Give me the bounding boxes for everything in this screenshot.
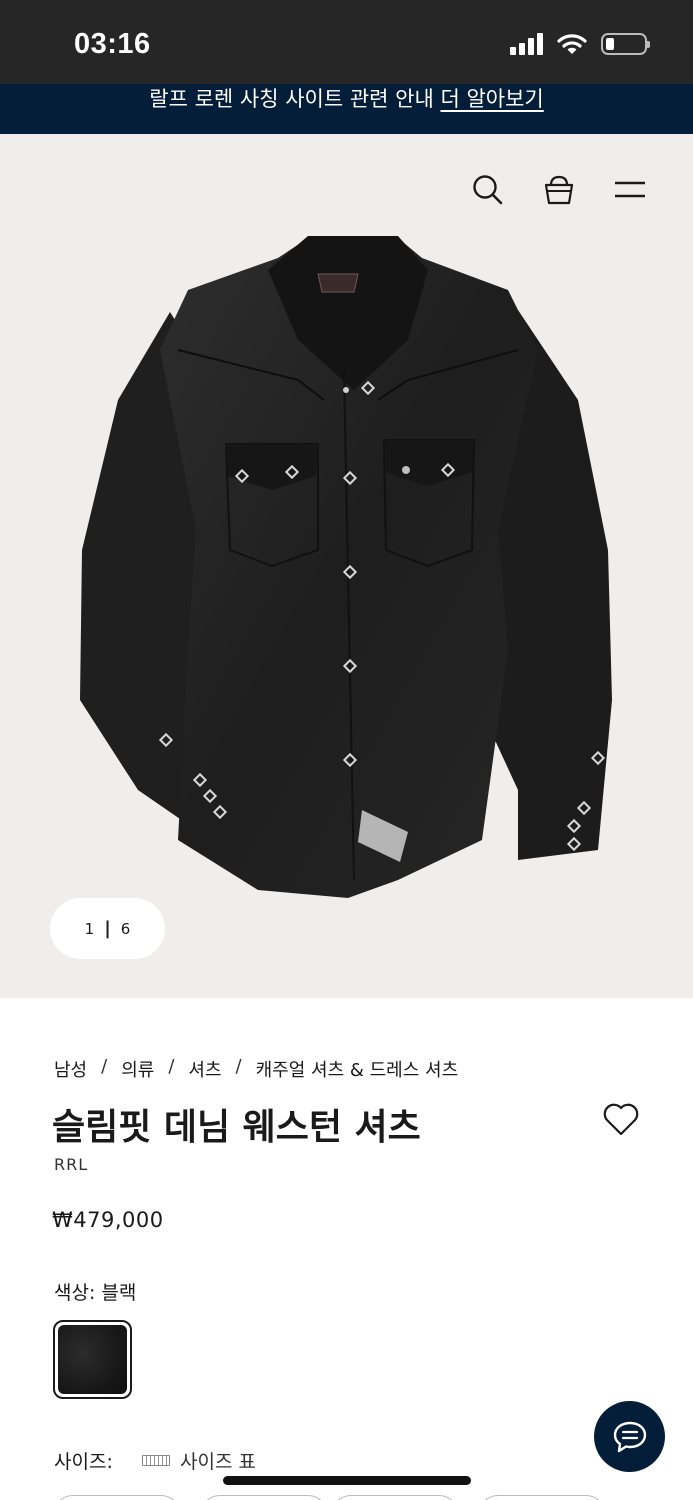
breadcrumb-item-clothing[interactable]: 의류 bbox=[121, 1056, 154, 1082]
promo-banner: 랄프 로렌 사칭 사이트 관련 안내 더 알아보기 bbox=[0, 84, 693, 134]
promo-text: 랄프 로렌 사칭 사이트 관련 안내 bbox=[149, 87, 441, 111]
status-time: 03:16 bbox=[74, 28, 151, 60]
size-label: 사이즈: bbox=[54, 1451, 113, 1473]
status-bar: 03:16 bbox=[0, 0, 693, 84]
breadcrumb-item-men[interactable]: 남성 bbox=[54, 1056, 87, 1082]
breadcrumb: 남성 / 의류 / 셔츠 / 캐주얼 셔츠 & 드레스 셔츠 bbox=[54, 1056, 458, 1082]
image-counter-total: 6 bbox=[120, 919, 131, 938]
product-price: ₩479,000 bbox=[52, 1208, 164, 1232]
breadcrumb-item-shirts[interactable]: 셔츠 bbox=[188, 1056, 221, 1082]
color-swatch-black[interactable] bbox=[53, 1320, 132, 1399]
heart-icon[interactable] bbox=[602, 1101, 640, 1137]
size-chart-link[interactable]: 사이즈 표 bbox=[142, 1447, 256, 1474]
menu-icon[interactable] bbox=[612, 172, 648, 208]
breadcrumb-separator: / bbox=[235, 1056, 242, 1077]
breadcrumb-item-casual-dress-shirts[interactable]: 캐주얼 셔츠 & 드레스 셔츠 bbox=[256, 1056, 459, 1082]
chat-button[interactable] bbox=[594, 1401, 665, 1472]
image-counter-current: 1 bbox=[84, 919, 95, 938]
search-icon[interactable] bbox=[470, 172, 506, 208]
wifi-icon bbox=[557, 34, 587, 54]
chat-icon bbox=[613, 1421, 646, 1452]
ruler-icon bbox=[142, 1455, 170, 1466]
image-counter: 1 | 6 bbox=[50, 898, 165, 959]
promo-learn-more-link[interactable]: 더 알아보기 bbox=[440, 87, 543, 111]
shopping-bag-icon[interactable] bbox=[541, 172, 577, 208]
size-option[interactable] bbox=[331, 1495, 459, 1500]
image-counter-separator: | bbox=[104, 918, 111, 939]
size-option[interactable] bbox=[53, 1495, 181, 1500]
cellular-signal-icon bbox=[510, 33, 543, 55]
breadcrumb-separator: / bbox=[101, 1056, 108, 1077]
home-indicator bbox=[223, 1476, 471, 1485]
size-option[interactable] bbox=[478, 1495, 606, 1500]
color-label: 색상: 블랙 bbox=[54, 1282, 137, 1304]
status-icons bbox=[510, 33, 650, 55]
size-option[interactable] bbox=[200, 1495, 328, 1500]
product-image bbox=[80, 236, 612, 898]
battery-icon bbox=[601, 33, 650, 55]
product-brand: RRL bbox=[54, 1155, 89, 1174]
breadcrumb-separator: / bbox=[168, 1056, 175, 1077]
size-chart-label: 사이즈 표 bbox=[180, 1451, 256, 1473]
product-title: 슬림핏 데님 웨스턴 셔츠 bbox=[52, 1106, 421, 1148]
product-image-gallery[interactable]: 1 | 6 bbox=[0, 134, 693, 998]
